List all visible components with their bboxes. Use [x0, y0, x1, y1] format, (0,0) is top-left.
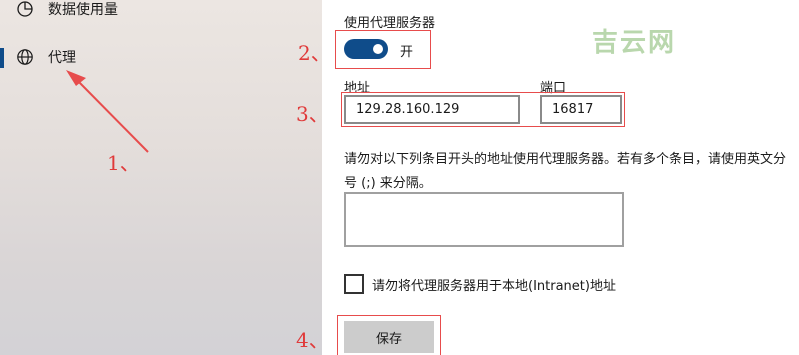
annotation-arrow [66, 70, 149, 153]
watermark-logo: 吉云网 [592, 28, 677, 58]
